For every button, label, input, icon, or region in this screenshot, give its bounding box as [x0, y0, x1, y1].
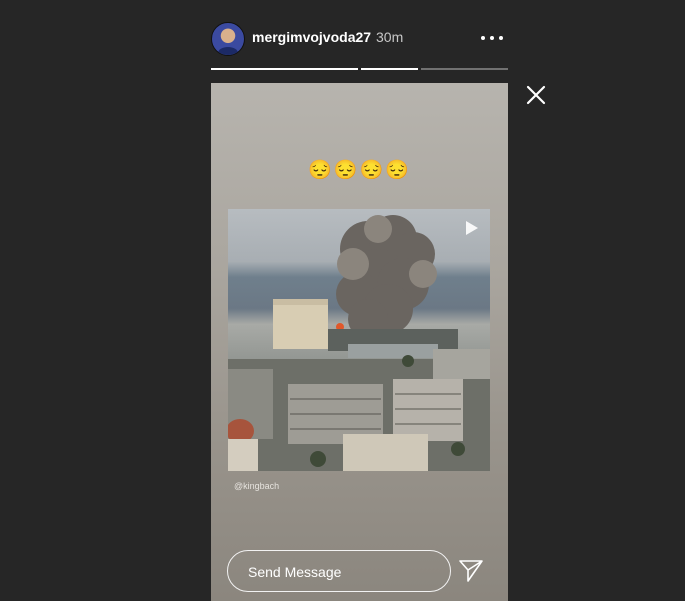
time-ago: 30m: [376, 29, 404, 45]
story-progress: [211, 68, 508, 70]
username[interactable]: mergimvojvoda27: [252, 29, 371, 45]
progress-segment: [211, 68, 358, 70]
send-message-input[interactable]: Send Message: [227, 550, 451, 592]
more-options-icon[interactable]: [477, 22, 507, 52]
story-header: mergimvojvoda27 30m: [211, 20, 508, 56]
send-icon[interactable]: [457, 557, 485, 585]
explosion-scene-image: [228, 215, 490, 471]
close-icon[interactable]: [524, 83, 548, 107]
send-message-placeholder: Send Message: [248, 564, 342, 580]
progress-segment: [361, 68, 418, 70]
avatar[interactable]: [211, 22, 245, 56]
video-credit: @kingbach: [234, 481, 280, 491]
play-icon[interactable]: [462, 219, 480, 237]
video-preview[interactable]: [228, 209, 490, 471]
story-frame[interactable]: 😔😔😔😔 @kingbach Send Message: [211, 83, 508, 601]
progress-segment: [421, 68, 508, 70]
caption-emojis: 😔😔😔😔: [308, 160, 411, 181]
